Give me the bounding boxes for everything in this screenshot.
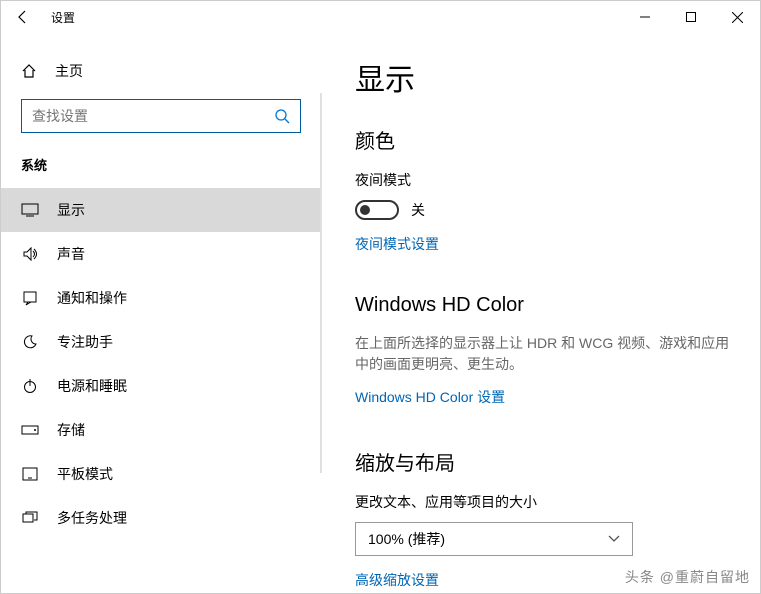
close-icon — [732, 12, 743, 23]
maximize-button[interactable] — [668, 1, 714, 33]
scale-dropdown[interactable]: 100% (推荐) — [355, 522, 633, 556]
nav-label: 专注助手 — [57, 332, 113, 352]
home-link[interactable]: 主页 — [1, 51, 321, 91]
home-icon — [21, 63, 37, 79]
night-mode-toggle[interactable] — [355, 200, 399, 220]
page-title: 显示 — [355, 55, 730, 99]
search-icon — [274, 108, 290, 124]
window-title: 设置 — [51, 9, 75, 26]
sidebar-item-tablet[interactable]: 平板模式 — [1, 452, 321, 496]
window-controls — [622, 1, 760, 33]
watermark: 头条 @重蔚自留地 — [625, 567, 750, 587]
maximize-icon — [686, 12, 696, 22]
category-label: 系统 — [1, 151, 321, 188]
nav-label: 多任务处理 — [57, 508, 127, 528]
nav-label: 电源和睡眠 — [57, 376, 127, 396]
storage-icon — [21, 425, 39, 435]
main-panel: 显示 颜色 夜间模式 关 夜间模式设置 Windows HD Color 在上面… — [321, 33, 760, 591]
dropdown-value: 100% (推荐) — [368, 529, 445, 549]
sidebar-item-storage[interactable]: 存储 — [1, 408, 321, 452]
divider — [320, 93, 322, 473]
advanced-scale-link[interactable]: 高级缩放设置 — [355, 570, 439, 590]
monitor-icon — [21, 203, 39, 217]
section-hd: Windows HD Color — [355, 294, 730, 317]
sidebar: 主页 系统 显示 声音 通知和操作 专注助手 电源和睡眠 存储 — [1, 33, 321, 591]
tablet-icon — [22, 467, 38, 481]
minimize-button[interactable] — [622, 1, 668, 33]
nav-label: 显示 — [57, 200, 85, 220]
toggle-state: 关 — [411, 200, 425, 220]
search-box[interactable] — [21, 99, 301, 133]
chevron-down-icon — [608, 535, 620, 543]
back-button[interactable] — [1, 1, 45, 33]
close-button[interactable] — [714, 1, 760, 33]
nav-label: 声音 — [57, 244, 85, 264]
minimize-icon — [640, 12, 650, 22]
arrow-left-icon — [15, 9, 31, 25]
night-mode-label: 夜间模式 — [355, 170, 730, 190]
sound-icon — [22, 246, 38, 262]
hd-description: 在上面所选择的显示器上让 HDR 和 WCG 视频、游戏和应用中的画面更明亮、更… — [355, 333, 730, 375]
moon-icon — [22, 334, 38, 350]
sidebar-item-focus[interactable]: 专注助手 — [1, 320, 321, 364]
nav-label: 存储 — [57, 420, 85, 440]
nav-label: 平板模式 — [57, 464, 113, 484]
power-icon — [22, 378, 38, 394]
titlebar: 设置 — [1, 1, 760, 33]
sidebar-item-multitask[interactable]: 多任务处理 — [1, 496, 321, 540]
section-scale: 缩放与布局 — [355, 447, 730, 476]
notification-icon — [22, 290, 38, 306]
scale-label: 更改文本、应用等项目的大小 — [355, 492, 730, 512]
sidebar-item-power[interactable]: 电源和睡眠 — [1, 364, 321, 408]
sidebar-item-notifications[interactable]: 通知和操作 — [1, 276, 321, 320]
home-label: 主页 — [55, 61, 83, 81]
search-input[interactable] — [32, 108, 274, 124]
sidebar-item-display[interactable]: 显示 — [1, 188, 321, 232]
multitask-icon — [22, 511, 38, 525]
section-color: 颜色 — [355, 125, 730, 154]
night-mode-settings-link[interactable]: 夜间模式设置 — [355, 234, 439, 254]
nav-label: 通知和操作 — [57, 288, 127, 308]
sidebar-item-sound[interactable]: 声音 — [1, 232, 321, 276]
hd-settings-link[interactable]: Windows HD Color 设置 — [355, 387, 505, 407]
